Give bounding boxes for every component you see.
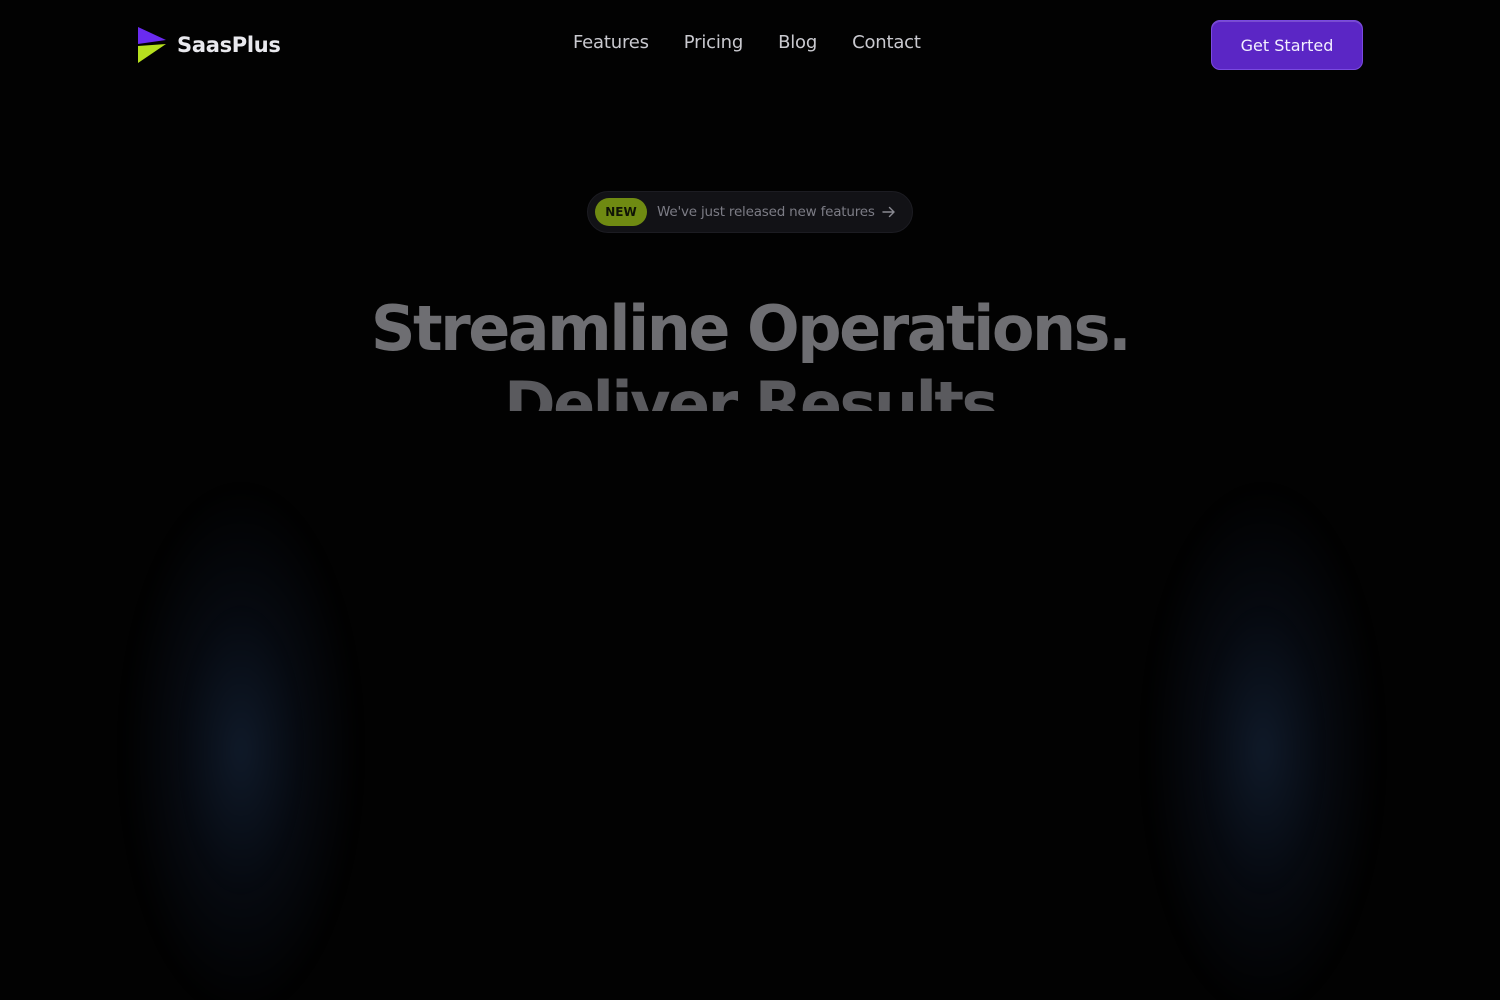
new-badge: NEW xyxy=(595,198,647,226)
ambient-glow-right xyxy=(1148,490,1378,1000)
arrow-right-icon xyxy=(882,206,895,218)
nav-link-features[interactable]: Features xyxy=(573,32,649,53)
brand-logo[interactable]: SaasPlus xyxy=(136,27,281,63)
announcement-pill[interactable]: NEW We've just released new features xyxy=(587,191,913,233)
landing-page: SaasPlus Features Pricing Blog Contact G… xyxy=(0,0,1500,1000)
hero-heading: Streamline Operations. Deliver Results xyxy=(0,291,1500,411)
hero-heading-line-2: Deliver Results xyxy=(504,368,998,412)
get-started-button[interactable]: Get Started xyxy=(1211,20,1363,70)
nav-link-pricing[interactable]: Pricing xyxy=(684,32,743,53)
ambient-glow-left xyxy=(126,490,356,1000)
hero-heading-line-1: Streamline Operations. xyxy=(370,292,1132,366)
announcement-text: We've just released new features xyxy=(657,204,875,220)
site-header: SaasPlus Features Pricing Blog Contact G… xyxy=(0,0,1500,90)
nav-link-contact[interactable]: Contact xyxy=(852,32,921,53)
saasplus-logo-icon xyxy=(138,27,166,63)
main-nav: Features Pricing Blog Contact xyxy=(573,32,921,53)
brand-name: SaasPlus xyxy=(177,33,281,57)
nav-link-blog[interactable]: Blog xyxy=(778,32,817,53)
